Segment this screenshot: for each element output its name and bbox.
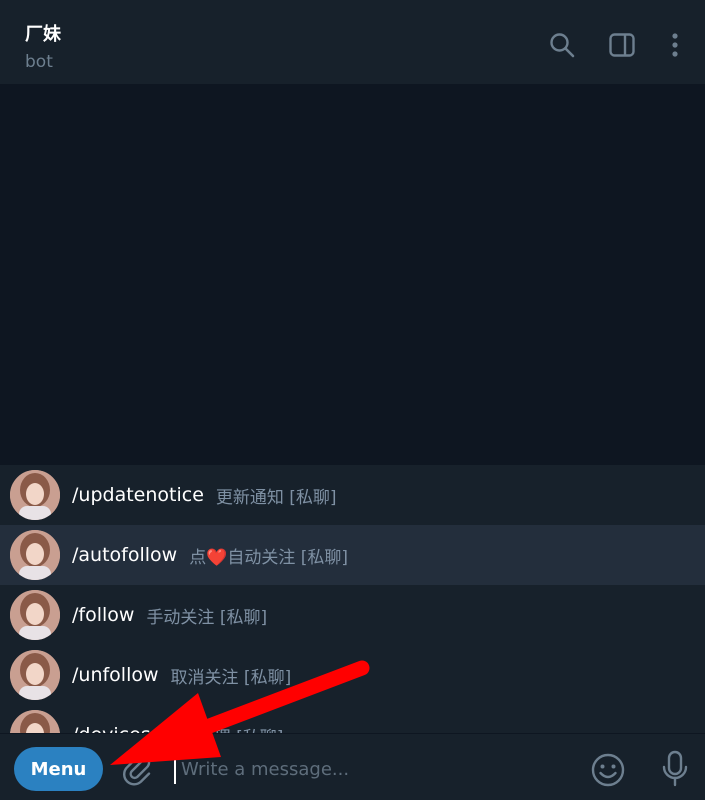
emoji-icon[interactable] xyxy=(590,752,626,788)
menu-button[interactable]: Menu xyxy=(14,747,103,791)
bot-avatar xyxy=(10,650,60,700)
command-item-follow[interactable]: /follow 手动关注 [私聊] xyxy=(0,585,705,645)
command-item-updatenotice[interactable]: /updatenotice 更新通知 [私聊] xyxy=(0,465,705,525)
message-input[interactable] xyxy=(174,754,573,784)
sidebar-toggle-icon[interactable] xyxy=(607,30,637,60)
command-name: /follow xyxy=(72,604,135,626)
bot-command-list: /updatenotice 更新通知 [私聊] /autofollow 点❤️自… xyxy=(0,465,705,733)
bot-avatar xyxy=(10,470,60,520)
command-item-devices[interactable]: /devices 设备管理 [私聊] xyxy=(0,705,705,733)
bot-avatar xyxy=(10,530,60,580)
command-description: 设备管理 [私聊] xyxy=(163,723,284,734)
telegram-chat-window: 厂妹 bot /updatenotice 更新通知 [私聊] /autofoll… xyxy=(0,0,705,800)
paperclip-icon[interactable] xyxy=(120,752,154,786)
microphone-icon[interactable] xyxy=(660,750,690,788)
command-item-unfollow[interactable]: /unfollow 取消关注 [私聊] xyxy=(0,645,705,705)
chat-header: 厂妹 bot xyxy=(0,0,705,84)
message-area xyxy=(0,84,705,465)
command-description: 取消关注 [私聊] xyxy=(170,667,292,688)
command-name: /autofollow xyxy=(72,544,178,566)
command-name: /unfollow xyxy=(72,664,159,686)
command-name: /updatenotice xyxy=(72,484,204,506)
command-description: 更新通知 [私聊] xyxy=(215,487,337,508)
search-icon[interactable] xyxy=(547,30,577,60)
command-description: 手动关注 [私聊] xyxy=(146,607,268,628)
message-composer: Menu xyxy=(0,733,705,800)
command-item-autofollow[interactable]: /autofollow 点❤️自动关注 [私聊] xyxy=(0,525,705,585)
command-name: /devices xyxy=(72,724,151,733)
chat-subtitle: bot xyxy=(25,52,53,72)
bot-avatar xyxy=(10,710,60,733)
more-vertical-icon[interactable] xyxy=(660,30,690,60)
command-description: 点❤️自动关注 [私聊] xyxy=(189,547,349,568)
bot-avatar xyxy=(10,590,60,640)
chat-title[interactable]: 厂妹 xyxy=(25,20,61,46)
